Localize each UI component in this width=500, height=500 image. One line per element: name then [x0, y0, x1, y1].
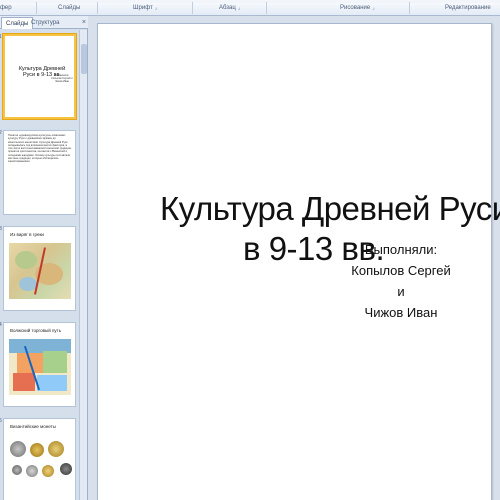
map-region	[43, 351, 67, 373]
slide-number: 1	[0, 34, 2, 40]
thumb-title: Из варяг в греки	[10, 232, 44, 237]
slide-title-line-1[interactable]: Культура Древней Руси	[160, 190, 500, 228]
ribbon-group-drawing[interactable]: Рисование ⌟	[340, 2, 410, 14]
slide-canvas[interactable]: Культура Древней Руси в 9-13 вв. Выполня…	[97, 23, 500, 500]
slide-authors[interactable]: Выполняли: Копылов Сергей и Чижов Иван	[348, 239, 454, 323]
slide-number: 4	[0, 322, 2, 328]
slide-thumbnail-2[interactable]: Понятие «древнерусская культура» охватыв…	[3, 130, 76, 215]
slide-thumbnail-4[interactable]: Волжский торговый путь	[3, 322, 76, 407]
coin-image	[12, 465, 22, 475]
thumbnail-scrollbar[interactable]	[79, 30, 87, 500]
coin-image	[42, 465, 54, 477]
slide-thumbnail-5[interactable]: Византийские монеты	[3, 418, 76, 500]
slide-thumbnail-1[interactable]: Культура Древней Руси в 9-13 вв. Выполня…	[3, 34, 76, 119]
coin-image	[10, 441, 26, 457]
authors-line: и	[397, 284, 405, 299]
coin-image	[30, 443, 44, 457]
coin-image	[26, 465, 38, 477]
ribbon-group-label: Рисование	[340, 5, 371, 11]
ribbon-group-font[interactable]: Шрифт ⌟	[133, 2, 193, 14]
ribbon-group-label: Абзац	[219, 5, 236, 11]
ribbon-group-editing[interactable]: Редактирование	[445, 2, 500, 14]
slide-number: 3	[0, 226, 2, 232]
map-image	[9, 339, 71, 395]
ribbon: фер обмена⌟ Слайды Шрифт⌟ Абзац⌟ Рисован…	[0, 0, 500, 23]
ribbon-group-label: Слайды	[58, 5, 81, 11]
scrollbar-thumb[interactable]	[81, 44, 87, 74]
map-region	[15, 251, 37, 269]
thumbnail-list[interactable]: 1 Культура Древней Руси в 9-13 вв. Выпол…	[0, 30, 78, 500]
ribbon-group-slides[interactable]: Слайды	[58, 2, 98, 14]
dialog-launcher-icon[interactable]: ⌟	[372, 5, 374, 11]
ribbon-group-clipboard[interactable]: фер обмена⌟	[0, 2, 37, 23]
pane-tabs: Слайды Структура ×	[0, 16, 88, 29]
close-icon[interactable]: ×	[82, 18, 86, 27]
thumb-body-text: Понятие «древнерусская культура» охватыв…	[8, 134, 72, 164]
authors-line: Копылов Сергей	[351, 263, 451, 278]
map-region	[13, 373, 35, 391]
authors-line: Выполняли:	[364, 242, 438, 257]
slide-thumbnail-3[interactable]: Из варяг в греки	[3, 226, 76, 311]
slides-pane: Слайды Структура × 1 Культура Древней Ру…	[0, 16, 88, 500]
map-image	[9, 243, 71, 299]
dialog-launcher-icon[interactable]: ⌟	[155, 5, 157, 11]
thumb-title: Волжский торговый путь	[10, 328, 62, 333]
coin-image	[60, 463, 72, 475]
slide-number: 2	[0, 130, 2, 136]
thumb-authors: Выполняли: Копылов Сергей и Чижов Иван	[51, 74, 73, 83]
tab-outline[interactable]: Структура	[27, 17, 63, 29]
map-region	[37, 375, 67, 391]
dialog-launcher-icon[interactable]: ⌟	[238, 5, 240, 11]
slide-editor: Культура Древней Руси в 9-13 вв. Выполня…	[89, 16, 500, 500]
authors-line: Чижов Иван	[364, 305, 438, 320]
coin-image	[48, 441, 64, 457]
thumb-title: Византийские монеты	[10, 424, 56, 429]
ribbon-group-label: Редактирование	[445, 5, 491, 11]
ribbon-group-label: Шрифт	[133, 5, 153, 11]
ribbon-group-paragraph[interactable]: Абзац ⌟	[219, 2, 267, 14]
slide-number: 5	[0, 418, 2, 424]
